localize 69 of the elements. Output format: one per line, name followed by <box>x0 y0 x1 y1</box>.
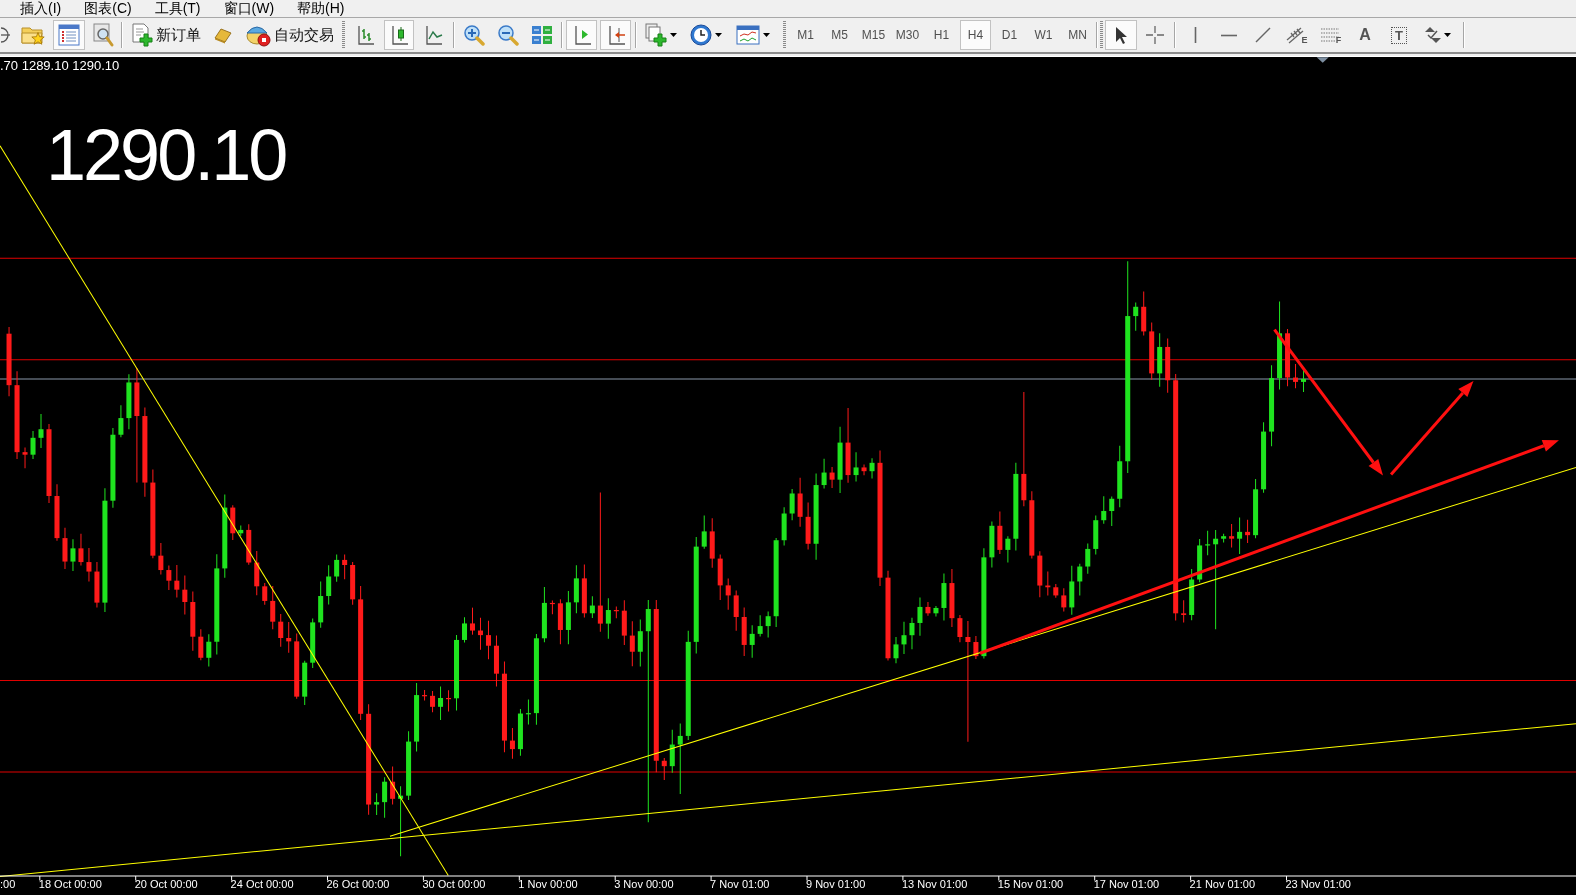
time-axis-label: 13 Nov 01:00 <box>901 877 968 891</box>
menu-item[interactable]: 窗口(W) <box>223 0 275 17</box>
time-axis-label: 30 Oct 00:00 <box>422 877 486 891</box>
ingot-icon <box>213 26 233 44</box>
vertical-line-icon <box>1193 27 1197 43</box>
toolbar-button[interactable] <box>53 20 85 50</box>
menu-item[interactable]: 图表(C) <box>84 0 132 17</box>
time-axis-label: 9 Nov 01:00 <box>806 877 866 891</box>
chart-shift-marker-icon[interactable] <box>1316 57 1329 63</box>
caret-icon <box>763 33 770 37</box>
menu-item[interactable]: 插入(I) <box>20 0 62 17</box>
time-axis-label: 15 Nov 01:00 <box>997 877 1064 891</box>
drawing-tool-button[interactable]: T <box>1383 20 1415 50</box>
ohlc-readout: .70 1289.10 1290.10 <box>0 58 120 73</box>
candlestick-icon <box>389 24 409 46</box>
time-axis-label: 3 Nov 00:00 <box>614 877 674 891</box>
time-axis-label: 20 Oct 00:00 <box>134 877 198 891</box>
drawing-tool-button[interactable] <box>1105 20 1137 50</box>
zoom-out-icon <box>497 24 519 46</box>
time-axis-label: :00 <box>0 877 16 891</box>
magnifier-document-icon <box>92 23 114 47</box>
time-axis-label: 21 Nov 01:00 <box>1189 877 1256 891</box>
timeframe-button[interactable]: MN <box>1062 20 1093 50</box>
horizontal-line-icon <box>1221 33 1237 37</box>
tile-windows-icon <box>531 25 553 45</box>
auto-trading-button[interactable]: 自动交易 <box>241 20 338 50</box>
zoom-in-icon <box>463 24 485 46</box>
time-axis-label: 26 Oct 00:00 <box>326 877 390 891</box>
folder-star-icon <box>21 24 45 46</box>
timeframe-button[interactable]: M5 <box>824 20 855 50</box>
toolbar-button[interactable] <box>600 20 631 50</box>
line-chart-icon <box>423 24 443 46</box>
trend-line-icon <box>1255 27 1271 43</box>
toolbar-button[interactable] <box>566 20 597 50</box>
list-window-icon <box>58 24 80 46</box>
cap-stop-icon <box>245 23 271 47</box>
crosshair-icon <box>1145 25 1165 45</box>
timeframe-button[interactable]: D1 <box>994 20 1025 50</box>
time-axis-label: 23 Nov 01:00 <box>1285 877 1351 891</box>
bar-chart-icon <box>355 24 375 46</box>
timeframe-button[interactable]: H4 <box>960 20 991 50</box>
time-axis-label: 17 Nov 01:00 <box>1093 877 1160 891</box>
document-plus-icon <box>131 23 153 47</box>
time-axis-label: 24 Oct 00:00 <box>230 877 294 891</box>
time-axis-label: 7 Nov 01:00 <box>710 877 770 891</box>
timeframe-button[interactable]: M1 <box>790 20 821 50</box>
drawing-tool-button[interactable]: A <box>1349 20 1381 50</box>
timeframe-button[interactable]: M30 <box>892 20 923 50</box>
caret-icon <box>715 33 722 37</box>
caret-icon <box>670 33 677 37</box>
arrows-icon <box>1425 26 1441 44</box>
time-axis-label: 1 Nov 00:00 <box>518 877 578 891</box>
caret-icon <box>1444 33 1451 37</box>
clock-icon <box>690 24 712 46</box>
timeframe-button[interactable]: M15 <box>858 20 889 50</box>
drawing-tool-button[interactable]: F <box>1315 20 1347 50</box>
fibonacci-icon <box>1320 28 1339 42</box>
menu-item[interactable]: 帮助(H) <box>297 0 345 17</box>
document-plus-icon <box>645 23 667 47</box>
time-axis-label: 18 Oct 00:00 <box>38 877 102 891</box>
price-readout: 1290.10 <box>46 119 286 191</box>
chart-window-icon <box>736 25 760 45</box>
new-order-button[interactable]: 新订单 <box>127 20 205 50</box>
timeframe-button[interactable]: H1 <box>926 20 957 50</box>
menu-item[interactable]: 工具(T) <box>154 0 201 17</box>
cursor-icon <box>1115 26 1127 44</box>
chart-type-button[interactable] <box>384 20 414 50</box>
drawing-tool-button[interactable]: E <box>1281 20 1313 50</box>
timeframe-button[interactable]: W1 <box>1028 20 1059 50</box>
